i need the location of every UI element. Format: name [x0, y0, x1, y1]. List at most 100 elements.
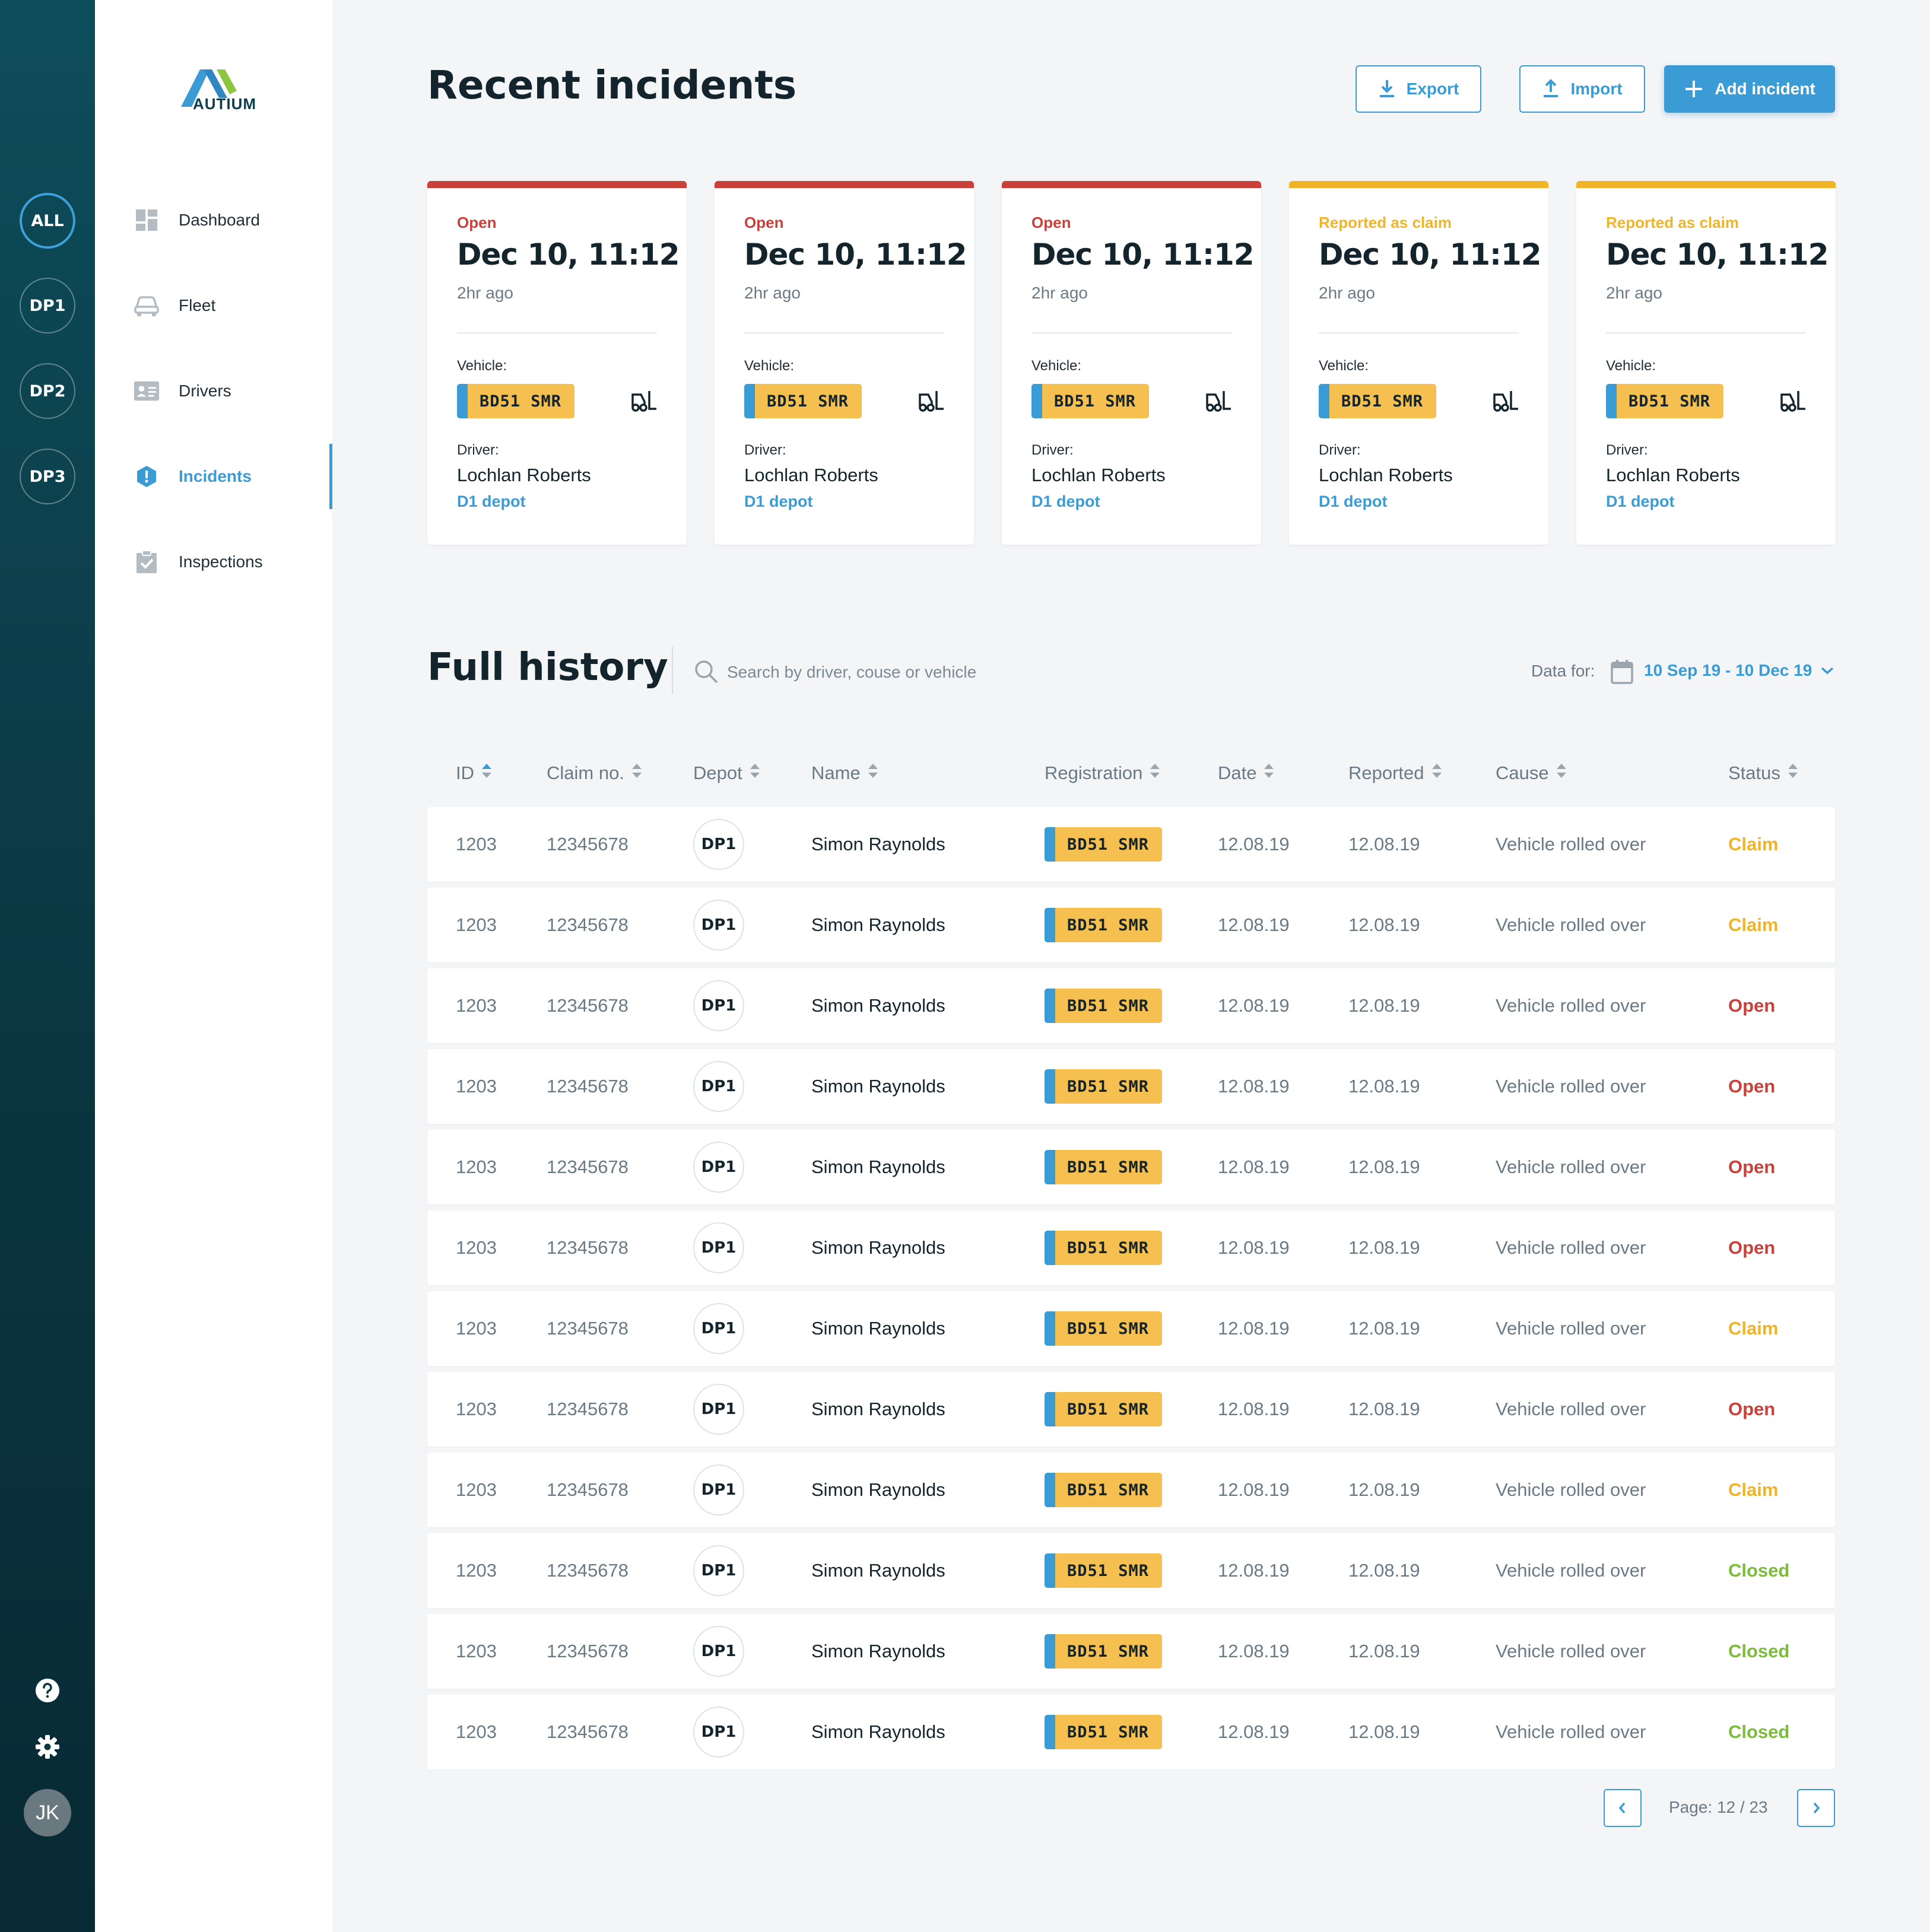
registration-plate[interactable]: BD51 SMR: [1045, 908, 1163, 942]
column-header-label: Name: [811, 762, 861, 783]
registration-plate[interactable]: BD51 SMR: [1045, 1553, 1163, 1588]
incident-card[interactable]: Reported as claim Dec 10, 11:12 AM 2hr ago…: [1576, 181, 1836, 545]
depot-link[interactable]: D1 depot: [1319, 492, 1388, 511]
column-header-date[interactable]: Date: [1218, 762, 1275, 784]
incident-card[interactable]: Open Dec 10, 11:12 AM 2hr ago Vehicle: BD51 …: [715, 181, 974, 545]
incident-card[interactable]: Open Dec 10, 11:12 AM 2hr ago Vehicle: BD51 …: [1002, 181, 1261, 545]
nav-item-inspections[interactable]: Inspections: [95, 529, 332, 595]
status-bar: [427, 181, 687, 188]
column-header-cause[interactable]: Cause: [1496, 762, 1568, 784]
incident-datetime: Dec 10, 11:12 AM: [744, 237, 974, 272]
table-row[interactable]: 1203 12345678 DP1 Simon Raynolds BD51 SMR 12.…: [427, 807, 1835, 882]
column-header-claim-no[interactable]: Claim no.: [547, 762, 643, 784]
registration-text: BD51 SMR: [1067, 916, 1150, 935]
nav-item-drivers[interactable]: Drivers: [95, 358, 332, 424]
help-icon[interactable]: [34, 1677, 61, 1704]
calendar-icon[interactable]: [1610, 659, 1634, 685]
depot-dp3-button[interactable]: DP3: [20, 449, 75, 504]
registration-plate[interactable]: BD51 SMR: [1045, 1069, 1163, 1104]
column-header-reported[interactable]: Reported: [1348, 762, 1443, 784]
registration-plate[interactable]: BD51 SMR: [1045, 827, 1163, 862]
registration-plate[interactable]: BD51 SMR: [1045, 989, 1163, 1023]
user-avatar[interactable]: JK: [24, 1789, 71, 1836]
prev-page-button[interactable]: [1604, 1789, 1642, 1827]
date-range-select[interactable]: 10 Sep 19 - 10 Dec 19: [1644, 661, 1834, 680]
divider: [672, 647, 673, 694]
nav-item-incidents[interactable]: Incidents: [95, 444, 332, 509]
incident-date: Dec 10, 11:12: [457, 237, 680, 272]
column-header-status[interactable]: Status: [1728, 762, 1799, 784]
registration-plate[interactable]: BD51 SMR: [1045, 1473, 1163, 1507]
depot-link[interactable]: D1 depot: [1606, 492, 1675, 511]
registration-text: BD51 SMR: [1067, 1158, 1150, 1177]
incident-card[interactable]: Open Dec 10, 11:12 AM 2hr ago Vehicle: BD51 …: [427, 181, 687, 545]
export-button[interactable]: Export: [1356, 65, 1481, 113]
depot-link[interactable]: D1 depot: [457, 492, 526, 511]
cell-registration: BD51 SMR: [1045, 1453, 1163, 1527]
import-button[interactable]: Import: [1519, 65, 1645, 113]
depot-dp2-button[interactable]: DP2: [20, 363, 75, 419]
vehicle-label: Vehicle:: [457, 358, 507, 374]
car-icon: [134, 293, 160, 319]
column-header-id[interactable]: ID: [456, 762, 493, 784]
table-row[interactable]: 1203 12345678 DP1 Simon Raynolds BD51 SMR 12.…: [427, 1453, 1835, 1527]
divider: [457, 332, 657, 333]
registration-plate[interactable]: BD51 SMR: [1045, 1311, 1163, 1346]
registration-text: BD51 SMR: [1629, 392, 1711, 411]
registration-plate[interactable]: BD51 SMR: [1606, 384, 1724, 418]
depot-all-button[interactable]: ALL: [20, 193, 75, 249]
add-incident-button[interactable]: Add incident: [1664, 65, 1835, 113]
depot-badge: DP1: [693, 1545, 744, 1596]
nav-item-fleet[interactable]: Fleet: [95, 273, 332, 338]
registration-plate[interactable]: BD51 SMR: [1045, 1392, 1163, 1426]
cell-registration: BD51 SMR: [1045, 1210, 1163, 1285]
next-page-button[interactable]: [1797, 1789, 1835, 1827]
table-row[interactable]: 1203 12345678 DP1 Simon Raynolds BD51 SMR 12.…: [427, 1291, 1835, 1366]
registration-plate[interactable]: BD51 SMR: [744, 384, 862, 418]
search-input[interactable]: [727, 657, 1083, 687]
cell-claim-no: 12345678: [547, 1399, 628, 1419]
cell-status: Claim: [1728, 1318, 1779, 1339]
column-header-label: Cause: [1496, 762, 1549, 783]
brand-name: AUTIUM: [193, 95, 257, 113]
registration-text: BD51 SMR: [767, 392, 849, 411]
depot-link[interactable]: D1 depot: [1031, 492, 1100, 511]
table-row[interactable]: 1203 12345678 DP1 Simon Raynolds BD51 SMR 12.…: [427, 1130, 1835, 1205]
driver-name: Lochlan Roberts: [1606, 465, 1740, 485]
cell-date: 12.08.19: [1218, 1641, 1290, 1661]
table-row[interactable]: 1203 12345678 DP1 Simon Raynolds BD51 SMR 12.…: [427, 1533, 1835, 1608]
registration-plate[interactable]: BD51 SMR: [1319, 384, 1437, 418]
incident-datetime: Dec 10, 11:12 AM: [1031, 237, 1261, 272]
depot-link[interactable]: D1 depot: [744, 492, 813, 511]
incident-time-ago: 2hr ago: [1319, 284, 1375, 302]
column-header-name[interactable]: Name: [811, 762, 880, 784]
table-row[interactable]: 1203 12345678 DP1 Simon Raynolds BD51 SMR 12.…: [427, 1614, 1835, 1689]
settings-gear-icon[interactable]: [34, 1733, 61, 1761]
depot-dp1-button[interactable]: DP1: [20, 278, 75, 333]
id-card-icon: [134, 378, 160, 404]
table-row[interactable]: 1203 12345678 DP1 Simon Raynolds BD51 SMR 12.…: [427, 888, 1835, 962]
add-incident-label: Add incident: [1715, 80, 1815, 98]
column-header-registration[interactable]: Registration: [1045, 762, 1161, 784]
registration-plate[interactable]: BD51 SMR: [457, 384, 575, 418]
table-row[interactable]: 1203 12345678 DP1 Simon Raynolds BD51 SMR 12.…: [427, 968, 1835, 1043]
registration-plate[interactable]: BD51 SMR: [1045, 1715, 1163, 1749]
registration-plate[interactable]: BD51 SMR: [1031, 384, 1150, 418]
divider: [1319, 332, 1519, 333]
vehicle-label: Vehicle:: [1606, 358, 1656, 374]
sort-icon: [1780, 762, 1799, 784]
registration-plate[interactable]: BD51 SMR: [1045, 1634, 1163, 1669]
registration-plate[interactable]: BD51 SMR: [1045, 1231, 1163, 1265]
registration-text: BD51 SMR: [480, 392, 562, 411]
table-row[interactable]: 1203 12345678 DP1 Simon Raynolds BD51 SMR 12.…: [427, 1695, 1835, 1769]
incident-card[interactable]: Reported as claim Dec 10, 11:12 AM 2hr ago…: [1289, 181, 1548, 545]
registration-plate[interactable]: BD51 SMR: [1045, 1150, 1163, 1184]
column-header-depot[interactable]: Depot: [693, 762, 761, 784]
table-row[interactable]: 1203 12345678 DP1 Simon Raynolds BD51 SMR 12.…: [427, 1049, 1835, 1124]
cell-name: Simon Raynolds: [811, 995, 945, 1016]
nav-item-dashboard[interactable]: Dashboard: [95, 188, 332, 253]
table-row[interactable]: 1203 12345678 DP1 Simon Raynolds BD51 SMR 12.…: [427, 1372, 1835, 1447]
cell-depot: DP1: [693, 807, 744, 882]
incident-datetime: Dec 10, 11:12 AM: [457, 237, 687, 272]
table-row[interactable]: 1203 12345678 DP1 Simon Raynolds BD51 SMR 12.…: [427, 1210, 1835, 1285]
